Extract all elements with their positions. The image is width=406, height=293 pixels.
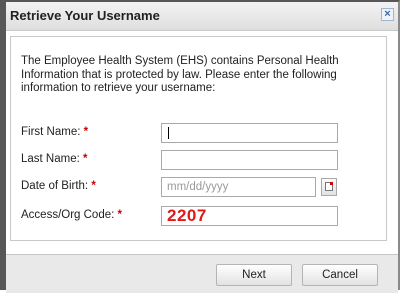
- calendar-icon[interactable]: [321, 178, 337, 196]
- form-panel: The Employee Health System (EHS) contain…: [10, 36, 387, 241]
- next-button[interactable]: Next: [216, 264, 292, 286]
- access-code-label: Access/Org Code: *: [21, 209, 123, 221]
- required-marker: *: [83, 126, 89, 138]
- text-cursor: [168, 127, 169, 139]
- intro-text: The Employee Health System (EHS) contain…: [21, 55, 339, 94]
- required-marker: *: [117, 209, 123, 221]
- access-code-input[interactable]: [161, 206, 338, 226]
- last-name-label: Last Name: *: [21, 153, 88, 165]
- first-name-input[interactable]: [161, 123, 338, 143]
- last-name-input[interactable]: [161, 150, 338, 170]
- close-icon[interactable]: ×: [381, 8, 394, 21]
- cancel-button[interactable]: Cancel: [302, 264, 378, 286]
- dob-label: Date of Birth: *: [21, 180, 96, 192]
- calendar-marker-shape: [330, 182, 333, 185]
- retrieve-username-dialog: Retrieve Your Username × The Employee He…: [0, 0, 400, 293]
- dialog-title: Retrieve Your Username: [10, 8, 160, 23]
- dialog-footer: Next Cancel: [6, 254, 398, 293]
- first-name-label: First Name: *: [21, 126, 89, 138]
- required-marker: *: [91, 180, 96, 192]
- dob-input[interactable]: [161, 177, 316, 197]
- required-marker: *: [83, 153, 88, 165]
- dialog-titlebar: Retrieve Your Username ×: [6, 2, 398, 31]
